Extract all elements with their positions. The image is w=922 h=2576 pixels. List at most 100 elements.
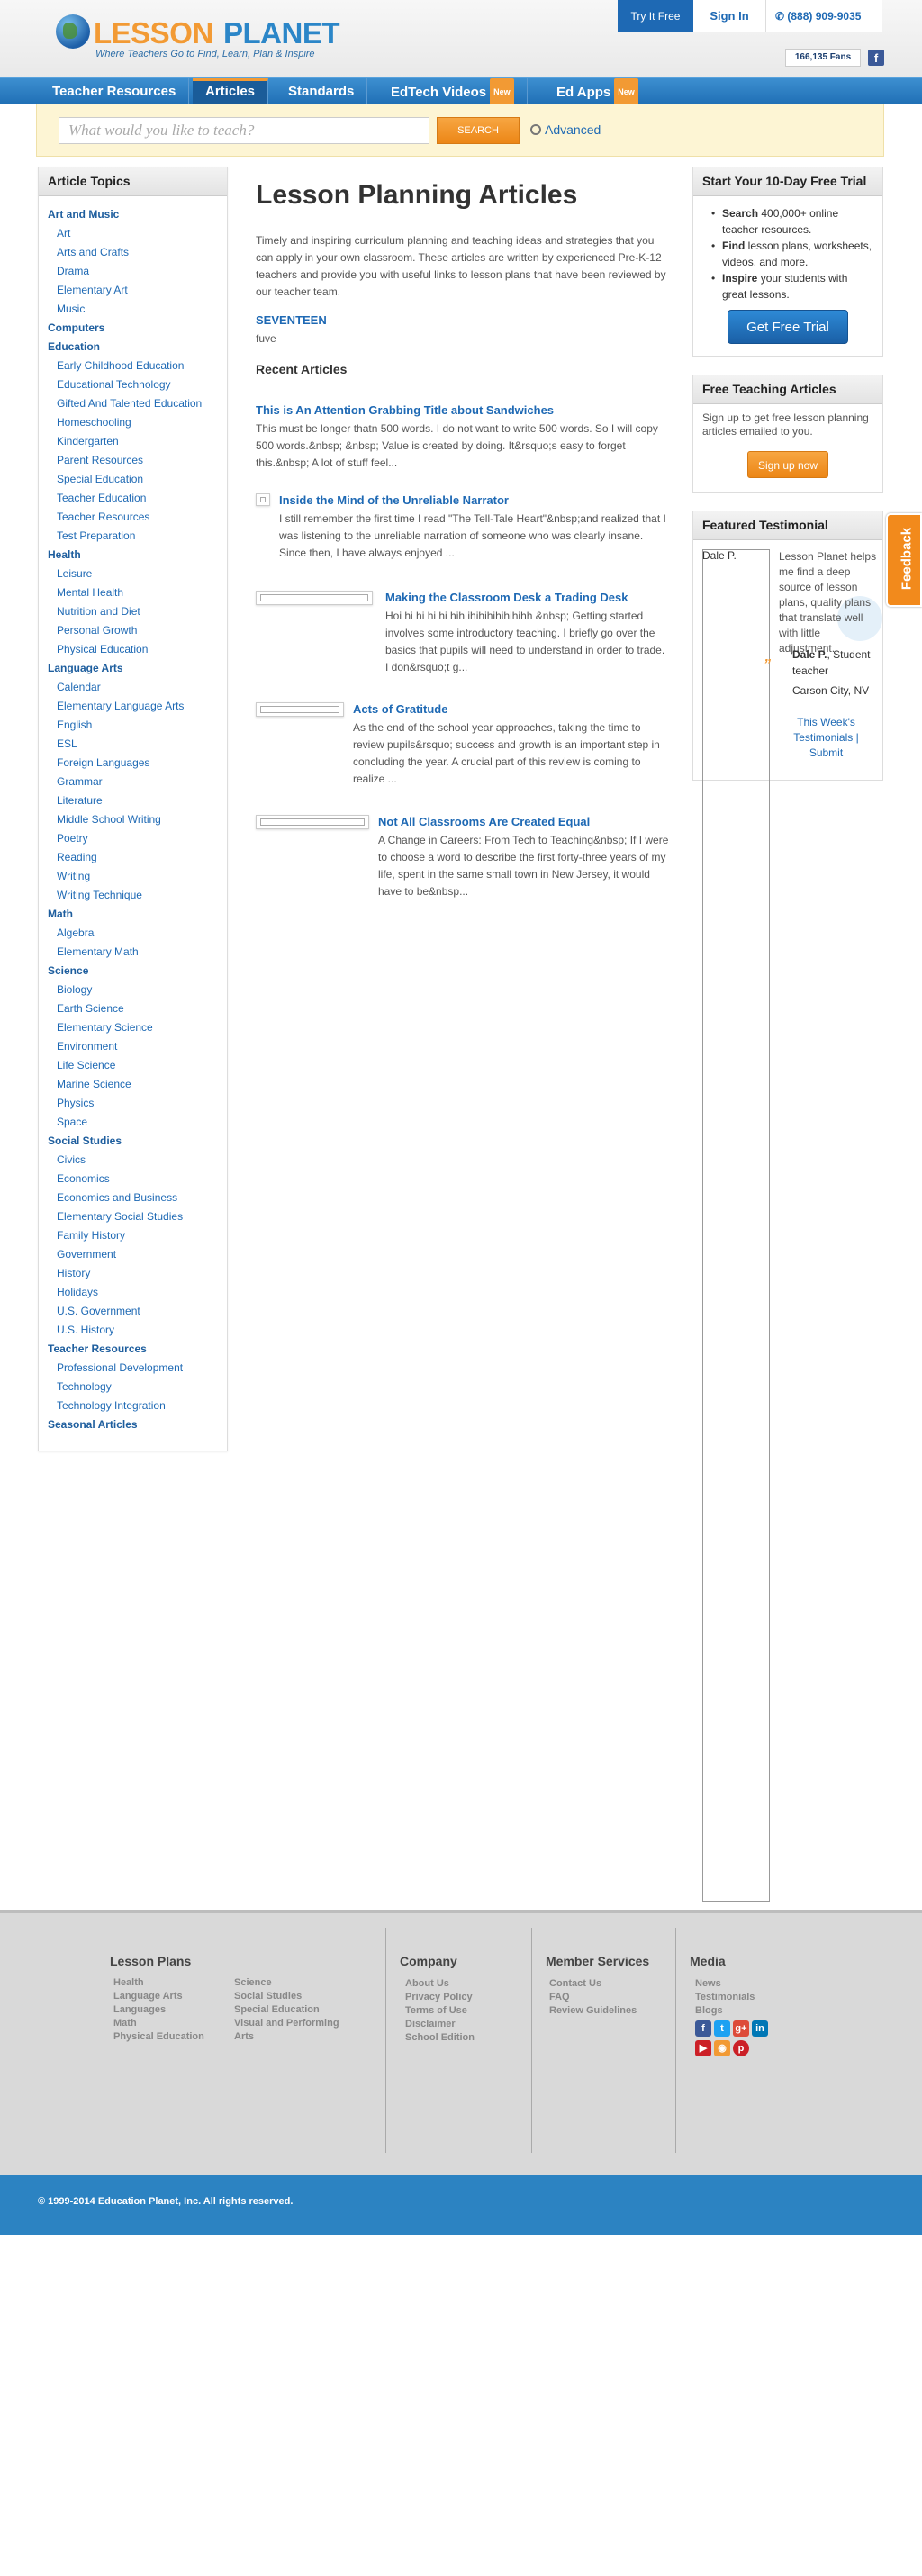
google-plus-icon[interactable]: g+: [733, 2020, 749, 2037]
sign-in-link[interactable]: Sign In: [693, 0, 765, 32]
footer-link[interactable]: Contact Us: [546, 1977, 649, 1991]
footer-link[interactable]: FAQ: [546, 1991, 649, 2004]
topic-link[interactable]: Earth Science: [48, 999, 227, 1018]
topic-link[interactable]: U.S. History: [48, 1321, 227, 1340]
sign-up-button[interactable]: Sign up now: [747, 451, 828, 478]
topic-link[interactable]: Elementary Science: [48, 1018, 227, 1037]
topic-category-link[interactable]: Education: [48, 338, 227, 357]
pinterest-icon[interactable]: p: [733, 2040, 749, 2056]
topic-category-link[interactable]: Seasonal Articles: [48, 1415, 227, 1434]
article-thumbnail[interactable]: [256, 815, 369, 829]
nav-standards[interactable]: Standards: [276, 78, 368, 105]
footer-link[interactable]: Blogs: [690, 2004, 771, 2018]
topic-link[interactable]: Teacher Resources: [48, 508, 227, 527]
footer-link[interactable]: About Us: [400, 1977, 475, 1991]
topic-link[interactable]: Biology: [48, 981, 227, 999]
topic-link[interactable]: English: [48, 716, 227, 735]
topic-link[interactable]: Writing: [48, 867, 227, 886]
topic-category-link[interactable]: Teacher Resources: [48, 1340, 227, 1359]
try-it-free-button[interactable]: Try It Free: [618, 0, 693, 32]
article-thumbnail[interactable]: [256, 493, 270, 506]
advanced-search-link[interactable]: Advanced: [530, 122, 601, 137]
topic-link[interactable]: Space: [48, 1113, 227, 1132]
topic-link[interactable]: Professional Development: [48, 1359, 227, 1378]
topic-link[interactable]: Special Education: [48, 470, 227, 489]
topic-category-link[interactable]: Art and Music: [48, 205, 227, 224]
topic-link[interactable]: Art: [48, 224, 227, 243]
footer-link[interactable]: Privacy Policy: [400, 1991, 475, 2004]
weekly-testimonials-link[interactable]: This Week's Testimonials: [793, 716, 855, 744]
search-input[interactable]: What would you like to teach?: [59, 117, 429, 144]
article-thumbnail[interactable]: [256, 591, 373, 605]
article-thumbnail[interactable]: [256, 702, 344, 717]
topic-category-link[interactable]: Social Studies: [48, 1132, 227, 1151]
facebook-icon[interactable]: f: [695, 2020, 711, 2037]
footer-link[interactable]: Terms of Use: [400, 2004, 475, 2018]
article-title-link[interactable]: Not All Classrooms Are Created Equal: [378, 815, 670, 828]
search-button[interactable]: SEARCH: [437, 117, 520, 144]
topic-link[interactable]: Economics: [48, 1170, 227, 1189]
topic-link[interactable]: Parent Resources: [48, 451, 227, 470]
topic-link[interactable]: U.S. Government: [48, 1302, 227, 1321]
topic-link[interactable]: Mental Health: [48, 583, 227, 602]
topic-category-link[interactable]: Health: [48, 546, 227, 565]
footer-link[interactable]: Review Guidelines: [546, 2004, 649, 2018]
topic-link[interactable]: Technology Integration: [48, 1396, 227, 1415]
footer-link[interactable]: Language Arts: [113, 1990, 230, 2003]
nav-edtech-videos[interactable]: EdTech Videos New: [378, 78, 528, 106]
topic-link[interactable]: Kindergarten: [48, 432, 227, 451]
topic-link[interactable]: Early Childhood Education: [48, 357, 227, 375]
footer-link[interactable]: Health: [113, 1976, 230, 1990]
topic-link[interactable]: Writing Technique: [48, 886, 227, 905]
topic-link[interactable]: Test Preparation: [48, 527, 227, 546]
footer-link[interactable]: Physical Education: [113, 2030, 230, 2044]
rss-icon[interactable]: ◉: [714, 2040, 730, 2056]
nav-articles[interactable]: Articles: [193, 78, 269, 105]
article-title-link[interactable]: Making the Classroom Desk a Trading Desk: [385, 591, 670, 604]
article-title-link[interactable]: This is An Attention Grabbing Title abou…: [256, 403, 670, 417]
topic-link[interactable]: Physical Education: [48, 640, 227, 659]
topic-link[interactable]: Economics and Business: [48, 1189, 227, 1207]
facebook-icon[interactable]: f: [868, 50, 884, 66]
nav-teacher-resources[interactable]: Teacher Resources: [40, 78, 190, 105]
topic-category-link[interactable]: Math: [48, 905, 227, 924]
footer-link[interactable]: Disclaimer: [400, 2018, 475, 2031]
topic-link[interactable]: Technology: [48, 1378, 227, 1396]
topic-link[interactable]: Elementary Math: [48, 943, 227, 962]
footer-link[interactable]: Social Studies: [234, 1990, 360, 2003]
topic-link[interactable]: Educational Technology: [48, 375, 227, 394]
submit-testimonial-link[interactable]: Submit: [809, 746, 843, 759]
section-label[interactable]: SEVENTEEN: [256, 313, 670, 327]
topic-link[interactable]: Poetry: [48, 829, 227, 848]
topic-link[interactable]: Gifted And Talented Education: [48, 394, 227, 413]
topic-link[interactable]: Leisure: [48, 565, 227, 583]
footer-link[interactable]: School Edition: [400, 2031, 475, 2045]
footer-link[interactable]: Visual and Performing Arts: [234, 2017, 342, 2044]
topic-link[interactable]: Teacher Education: [48, 489, 227, 508]
topic-link[interactable]: Civics: [48, 1151, 227, 1170]
topic-link[interactable]: Foreign Languages: [48, 754, 227, 773]
footer-link[interactable]: News: [690, 1977, 771, 1991]
topic-link[interactable]: Literature: [48, 791, 227, 810]
topic-link[interactable]: Government: [48, 1245, 227, 1264]
topic-link[interactable]: Music: [48, 300, 227, 319]
get-free-trial-button[interactable]: Get Free Trial: [728, 310, 848, 344]
topic-link[interactable]: History: [48, 1264, 227, 1283]
topic-link[interactable]: Physics: [48, 1094, 227, 1113]
feedback-tab[interactable]: Feedback: [886, 513, 922, 607]
site-logo[interactable]: LESSON PLANET Where Teachers Go to Find,…: [56, 14, 340, 59]
topic-link[interactable]: Elementary Language Arts: [48, 697, 227, 716]
article-title-link[interactable]: Inside the Mind of the Unreliable Narrat…: [279, 493, 670, 507]
topic-link[interactable]: Reading: [48, 848, 227, 867]
topic-link[interactable]: Environment: [48, 1037, 227, 1056]
youtube-icon[interactable]: ▶: [695, 2040, 711, 2056]
topic-link[interactable]: Nutrition and Diet: [48, 602, 227, 621]
footer-link[interactable]: Languages: [113, 2003, 230, 2017]
topic-link[interactable]: Algebra: [48, 924, 227, 943]
topic-link[interactable]: Drama: [48, 262, 227, 281]
topic-link[interactable]: Elementary Social Studies: [48, 1207, 227, 1226]
footer-link[interactable]: Testimonials: [690, 1991, 771, 2004]
topic-link[interactable]: Personal Growth: [48, 621, 227, 640]
topic-link[interactable]: Elementary Art: [48, 281, 227, 300]
topic-link[interactable]: ESL: [48, 735, 227, 754]
